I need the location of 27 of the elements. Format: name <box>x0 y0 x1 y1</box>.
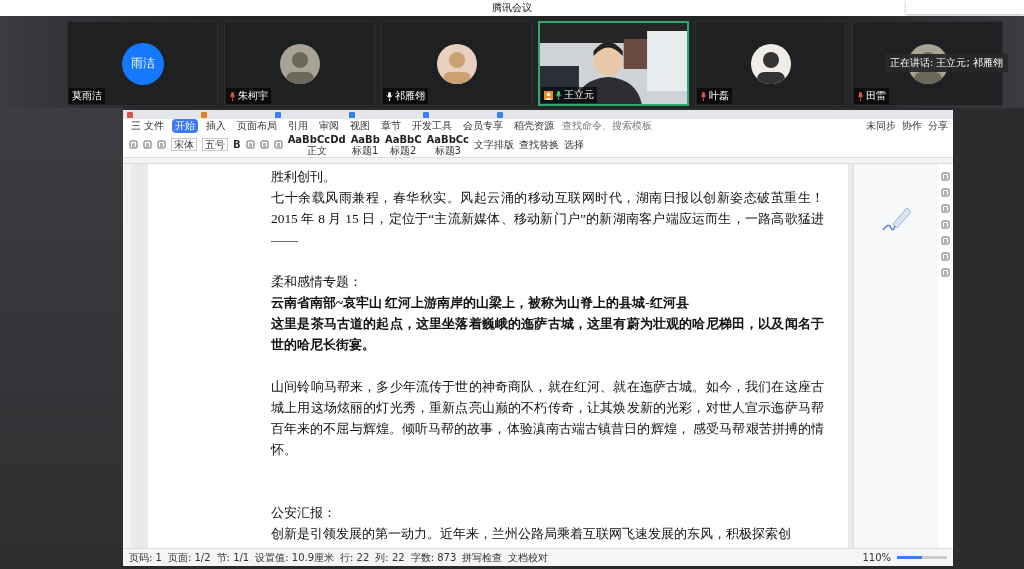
paragraph: 这里是茶马古道的起点，这里坐落着巍峨的迤萨古城，这里有蔚为壮观的哈尼梯田，以及闻名于世的哈尼长街宴。 <box>271 315 824 354</box>
paragraph: 胜利创刊。 <box>271 168 337 186</box>
speaking-tooltip: 正在讲话: 王立元; 祁雁翎 <box>884 54 1008 72</box>
participant-name: 叶磊 <box>709 89 729 103</box>
status-item: 设置值: 10.9厘米 <box>255 550 335 565</box>
paragraph: 山间铃响马帮来，多少年流传于世的神奇商队，就在红河、就在迤萨古城。如今，我们在这座古城上用这场炫丽的灯光秀，重新点亮山巅的不朽传奇，让其焕发新的光彩，对世人宣示迤萨马帮百年来的不屈与辉煌。倾听马帮的故事，体验滇南古端古镇昔日的辉煌， 感受马帮艰苦拼搏的情怀。 <box>271 378 824 459</box>
status-item: 页码: 1 <box>129 550 162 565</box>
status-item: 字数: 873 <box>410 550 457 565</box>
participant-name: 王立元 <box>564 88 594 102</box>
participant-name: 祁雁翎 <box>395 89 425 103</box>
paragraph: 创新是引领发展的第一动力。近年来，兰州公路局乘着互联网飞速发展的东风，积极探索创 <box>271 525 792 543</box>
window-title: 腾讯会议 <box>492 1 532 15</box>
avatar-initials: 雨洁 <box>121 42 164 85</box>
status-item: 列: 22 <box>375 550 405 565</box>
zoom-level: 110% <box>862 552 891 563</box>
status-item: 页面: 1/2 <box>167 550 211 565</box>
paragraph: 公安汇报： <box>271 504 337 522</box>
status-item: 节: 1/1 <box>216 550 250 565</box>
paragraph: 柔和感情专题： <box>271 273 363 291</box>
status-item: 拼写检查 <box>462 550 503 565</box>
participant-name: 朱柯宇 <box>238 89 268 103</box>
participant-name: 莫雨洁 <box>72 89 102 103</box>
paragraph: 七十余载风雨兼程，春华秋实。风起云涌的移动互联网时代，湖南日报以创新姿态破茧重生！2015 年 8 月 15 日，定位于“主流新媒体、移动新门户”的新湖南客户端应运而生，一路高歌猛进—— <box>271 189 824 249</box>
status-item: 行: 22 <box>340 550 370 565</box>
status-item: 文档校对 <box>508 550 549 565</box>
paragraph: 云南省南部~哀牢山 红河上游南岸的山梁上，被称为山脊上的县城-红河县 <box>271 294 690 312</box>
participant-name: 田雷 <box>866 89 886 103</box>
